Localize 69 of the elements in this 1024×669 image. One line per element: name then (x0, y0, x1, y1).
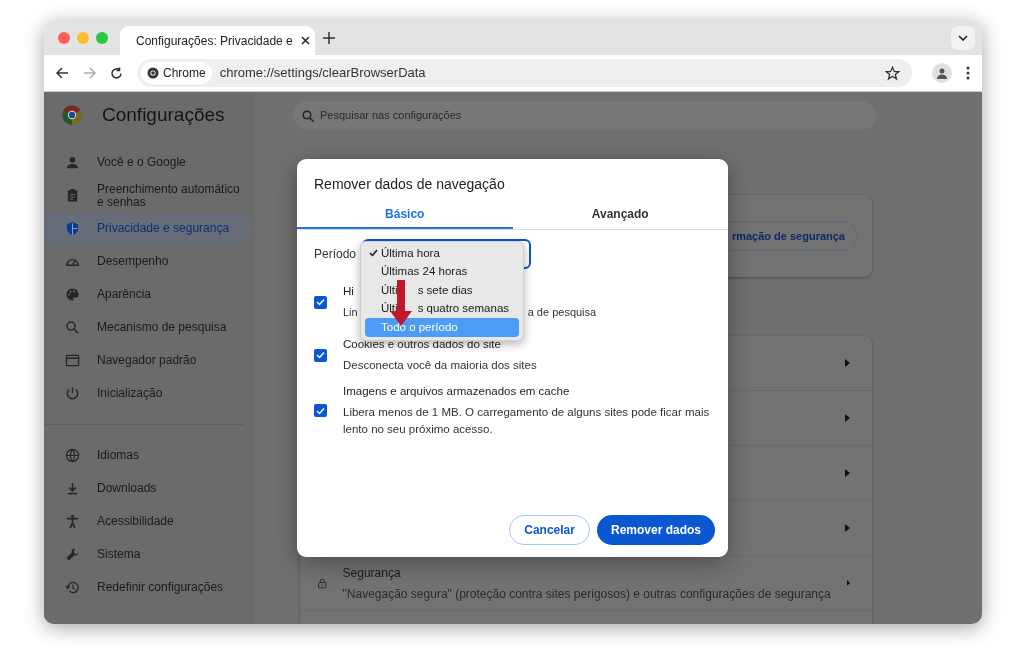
chevron-down-icon (958, 35, 968, 41)
item-title: Hi (343, 284, 354, 299)
sidebar-item[interactable]: Navegador padrão (44, 344, 252, 377)
search-icon (65, 320, 80, 335)
history-icon (65, 580, 80, 595)
sidebar-item[interactable]: Desempenho (44, 245, 252, 278)
item-description: Lin (343, 305, 358, 320)
url-text: chrome://settings/clearBrowserData (219, 64, 427, 83)
power-icon (65, 386, 80, 401)
expand-arrow-icon[interactable] (845, 524, 850, 532)
dialog-title: Remover dados de navegação (313, 175, 506, 194)
sidebar-item[interactable]: Redefinir configurações (44, 571, 252, 604)
address-bar[interactable]: Chrome chrome://settings/clearBrowserData (137, 59, 912, 87)
browser-window-icon (65, 353, 80, 368)
sidebar-item[interactable]: Mecanismo de pesquisa (44, 311, 252, 344)
close-tab-icon[interactable] (300, 36, 310, 45)
accessibility-icon (65, 514, 80, 529)
download-icon (65, 481, 80, 496)
dialog-tab[interactable]: Básico (297, 201, 513, 229)
expand-arrow-icon[interactable] (845, 469, 850, 477)
new-tab-icon[interactable] (323, 31, 335, 44)
clipboard-icon (65, 188, 80, 203)
sidebar-item[interactable]: Aparência (44, 278, 252, 311)
back-icon[interactable] (56, 67, 69, 79)
sidebar-item[interactable]: Idiomas (44, 439, 252, 472)
sidebar-item[interactable]: Sistema (44, 538, 252, 571)
row-description: "Navegação segura" (proteção contra sites perigosos) e outras configurações de segurança (342, 585, 831, 603)
sidebar-item[interactable]: Inicialização (44, 377, 252, 410)
expand-arrow-icon[interactable] (846, 579, 850, 587)
settings-title: Configurações (102, 102, 225, 127)
menu-icon[interactable] (966, 66, 970, 80)
wrench-icon (65, 547, 80, 562)
checkbox[interactable] (314, 348, 327, 362)
shield-icon (65, 221, 80, 236)
item-description: a de pesquisa (527, 305, 597, 320)
sidebar-item[interactable]: Acessibilidade (44, 505, 252, 538)
globe-icon (65, 448, 80, 463)
dropdown-option[interactable]: Última hora (365, 244, 519, 263)
star-icon[interactable] (885, 65, 900, 81)
checkbox[interactable] (314, 295, 327, 309)
dropdown-option[interactable]: Últimas 24 horas (365, 262, 519, 282)
tab-search-button[interactable] (951, 26, 975, 50)
sidebar-item[interactable]: Privacidade e segurança (44, 212, 252, 245)
chrome-logo-icon (62, 105, 82, 125)
person-icon (65, 155, 80, 170)
sidebar-item[interactable]: Downloads (44, 472, 252, 505)
search-icon (302, 109, 314, 122)
tab-title: Configurações: Privacidade e (136, 32, 293, 50)
chrome-logo-icon (147, 67, 159, 79)
dropdown-option[interactable]: Últi s sete dias (365, 281, 519, 300)
expand-arrow-icon[interactable] (845, 359, 850, 367)
item-title: Cookies e outros dados do site (343, 337, 501, 352)
dropdown-option[interactable]: Todo o período (365, 318, 519, 337)
item-description: Desconecta você da maioria dos sites (343, 358, 537, 373)
browser-tab[interactable]: Configurações: Privacidade e (120, 26, 315, 55)
sidebar-item[interactable]: Você e o Google (44, 146, 252, 179)
profile-icon[interactable] (932, 63, 952, 83)
expand-arrow-icon[interactable] (845, 414, 850, 422)
palette-icon (65, 287, 80, 302)
remove-data-button[interactable]: Remover dados (596, 515, 715, 545)
item-title: Imagens e arquivos armazenados em cache (343, 384, 570, 399)
item-description: Libera menos de 1 MB. O carregamento de alguns sites pode ficar mais lento no seu próximo acesso. (343, 405, 711, 437)
site-chip[interactable]: Chrome (141, 62, 212, 84)
sidebar-item[interactable]: Preenchimento automático e senhas (44, 179, 252, 212)
period-label: Período (314, 246, 358, 263)
row-title: Segurança (342, 564, 402, 582)
search-field[interactable]: Pesquisar nas configurações (293, 101, 876, 130)
checkbox[interactable] (314, 404, 327, 417)
reload-icon[interactable] (110, 66, 123, 80)
